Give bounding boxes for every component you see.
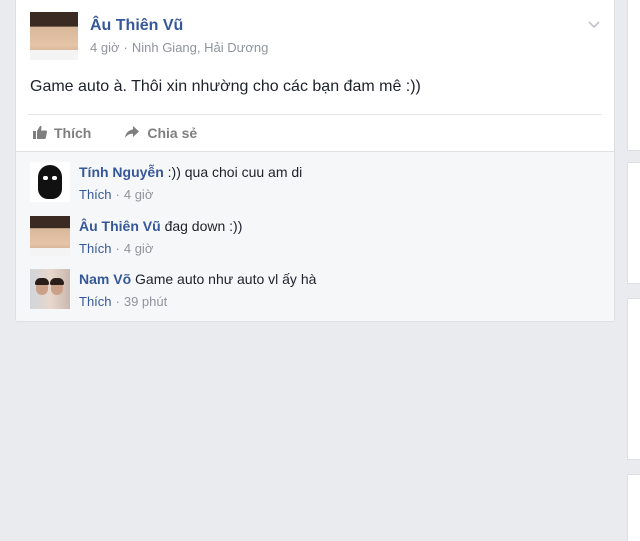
post-card: Âu Thiên Vũ 4 giờ · Ninh Giang, Hải Dương … (15, 0, 615, 322)
comment-line: Nam Võ Game auto như auto vl ấy hà (79, 270, 316, 288)
author-avatar[interactable] (30, 12, 78, 60)
side-card-edge (627, 0, 640, 151)
post-timestamp[interactable]: 4 giờ (90, 40, 120, 55)
comment-line: Tính Nguyễn :)) qua choi cuu am di (79, 163, 302, 181)
thumbs-up-icon (32, 124, 54, 143)
share-label: Chia sẻ (147, 125, 198, 141)
post-header: Âu Thiên Vũ 4 giờ · Ninh Giang, Hải Dương (30, 12, 268, 60)
commenter-name[interactable]: Nam Võ (79, 271, 131, 287)
meta-separator: · (115, 241, 120, 256)
side-card-edge (627, 162, 640, 284)
comment-text: Game auto như auto vl ấy hà (135, 271, 317, 287)
post-author-name[interactable]: Âu Thiên Vũ (90, 16, 268, 36)
comment-like-link[interactable]: Thích (79, 294, 112, 309)
action-divider (28, 114, 602, 115)
post-text: Game auto à. Thôi xin nhường cho các bạn… (30, 78, 421, 95)
comment-timestamp[interactable]: 4 giờ (124, 187, 154, 202)
like-button[interactable]: Thích (32, 122, 91, 144)
meta-separator: · (123, 40, 128, 55)
meta-separator: · (115, 187, 120, 202)
like-label: Thích (54, 125, 92, 141)
comment-text: :)) qua choi cuu am di (167, 164, 303, 180)
commenter-name[interactable]: Âu Thiên Vũ (79, 218, 161, 234)
side-card-edge (627, 474, 640, 541)
chevron-down-icon[interactable] (586, 16, 602, 32)
share-arrow-icon (123, 124, 147, 143)
post-actions: Thích Chia sẻ (32, 122, 229, 144)
share-button[interactable]: Chia sẻ (123, 122, 197, 144)
comment-like-link[interactable]: Thích (79, 187, 112, 202)
post-location[interactable]: Ninh Giang, Hải Dương (132, 40, 268, 55)
comment-text: đag down :)) (164, 218, 243, 234)
commenter-name[interactable]: Tính Nguyễn (79, 164, 164, 180)
comment-content: Âu Thiên Vũ đag down :)) Thích · 4 giờ (79, 216, 242, 257)
comment-meta: Thích · 39 phút (79, 294, 316, 310)
comment-like-link[interactable]: Thích (79, 241, 112, 256)
commenter-avatar[interactable] (30, 216, 70, 256)
meta-separator: · (115, 294, 120, 309)
comment-item: Âu Thiên Vũ đag down :)) Thích · 4 giờ (30, 216, 242, 257)
comment-timestamp[interactable]: 39 phút (124, 294, 167, 309)
comment-item: Tính Nguyễn :)) qua choi cuu am di Thích… (30, 162, 302, 203)
comment-content: Nam Võ Game auto như auto vl ấy hà Thích… (79, 269, 316, 310)
post-header-text: Âu Thiên Vũ 4 giờ · Ninh Giang, Hải Dương (90, 12, 268, 56)
comment-content: Tính Nguyễn :)) qua choi cuu am di Thích… (79, 162, 302, 203)
comment-timestamp[interactable]: 4 giờ (124, 241, 154, 256)
comment-line: Âu Thiên Vũ đag down :)) (79, 217, 242, 235)
commenter-avatar[interactable] (30, 269, 70, 309)
comment-item: Nam Võ Game auto như auto vl ấy hà Thích… (30, 269, 316, 310)
commenter-avatar[interactable] (30, 162, 70, 202)
side-card-edge (627, 298, 640, 460)
comments-section: Tính Nguyễn :)) qua choi cuu am di Thích… (16, 151, 614, 321)
comment-meta: Thích · 4 giờ (79, 241, 242, 257)
comment-meta: Thích · 4 giờ (79, 187, 302, 203)
post-meta: 4 giờ · Ninh Giang, Hải Dương (90, 40, 268, 56)
